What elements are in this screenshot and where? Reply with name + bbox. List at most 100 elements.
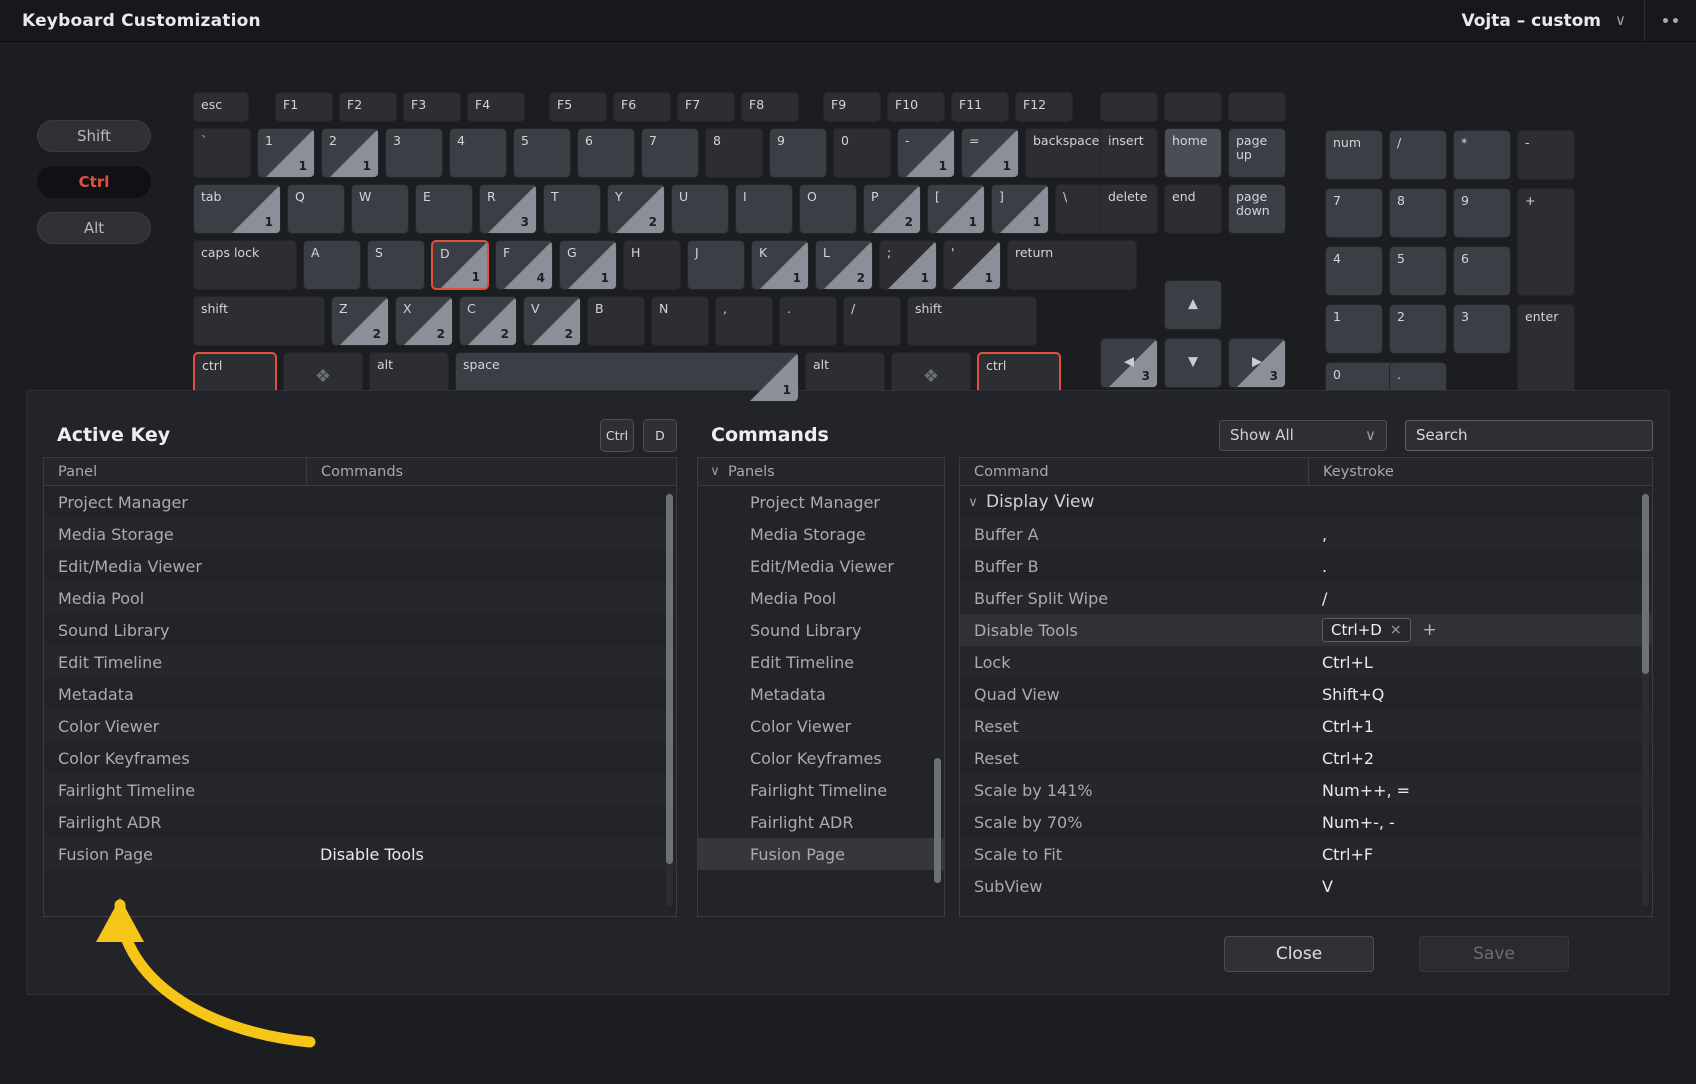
key-f9[interactable]: F9 xyxy=(823,92,881,122)
key-blank[interactable]: / xyxy=(843,296,901,346)
key-delete[interactable]: delete xyxy=(1100,184,1158,234)
key-k[interactable]: K1 xyxy=(751,240,809,290)
save-button[interactable]: Save xyxy=(1419,936,1569,972)
key-4[interactable]: 4 xyxy=(449,128,507,178)
key-tab[interactable]: tab 1 xyxy=(193,184,281,234)
key-u[interactable]: U xyxy=(671,184,729,234)
command-row[interactable]: Quad View Shift+Q xyxy=(960,678,1652,710)
key-page-down[interactable]: page down xyxy=(1228,184,1286,234)
close-button[interactable]: Close xyxy=(1224,936,1374,972)
key-f8[interactable]: F8 xyxy=(741,92,799,122)
modifier-ctrl-button[interactable]: Ctrl xyxy=(37,166,151,198)
chevron-down-icon[interactable]: ∨ xyxy=(702,464,728,479)
key-b[interactable]: B xyxy=(587,296,645,346)
key-d[interactable]: D1 xyxy=(431,240,489,290)
key-space[interactable]: space 1 xyxy=(455,352,799,402)
key-3[interactable]: 3 xyxy=(1453,304,1511,354)
key-caps-lock[interactable]: caps lock xyxy=(193,240,297,290)
tree-item-media-pool[interactable]: Media Pool xyxy=(698,582,944,614)
key-blank[interactable] xyxy=(1228,92,1286,122)
panels-tree-scrollbar[interactable] xyxy=(934,758,941,883)
key-5[interactable]: 5 xyxy=(513,128,571,178)
tree-item-fusion-page[interactable]: Fusion Page xyxy=(698,838,944,870)
key-blank[interactable]: -1 xyxy=(897,128,955,178)
key-2[interactable]: 21 xyxy=(321,128,379,178)
tree-item-color-viewer[interactable]: Color Viewer xyxy=(698,710,944,742)
tree-item-fairlight-adr[interactable]: Fairlight ADR xyxy=(698,806,944,838)
preset-selector[interactable]: Vojta – custom ∨ xyxy=(1462,11,1644,31)
key-8[interactable]: 8 xyxy=(1389,188,1447,238)
tree-item-sound-library[interactable]: Sound Library xyxy=(698,614,944,646)
table-row[interactable]: Media Pool xyxy=(44,582,676,614)
commands-scrollbar[interactable] xyxy=(1642,494,1649,674)
key-f4[interactable]: F4 xyxy=(467,92,525,122)
command-row[interactable]: Scale to Fit Ctrl+F xyxy=(960,838,1652,870)
table-row[interactable]: Color Keyframes xyxy=(44,742,676,774)
key-blank[interactable]: / xyxy=(1389,130,1447,180)
modifier-shift-button[interactable]: Shift xyxy=(37,120,151,152)
key-f11[interactable]: F11 xyxy=(951,92,1009,122)
key-z[interactable]: Z2 xyxy=(331,296,389,346)
key-1[interactable]: 11 xyxy=(257,128,315,178)
show-all-dropdown[interactable]: Show All ∨ xyxy=(1219,419,1387,451)
tree-item-edit-timeline[interactable]: Edit Timeline xyxy=(698,646,944,678)
column-header-commands[interactable]: Commands xyxy=(306,458,676,485)
key-n[interactable]: N xyxy=(651,296,709,346)
command-group-display-view[interactable]: ∨ Display View xyxy=(960,486,1652,518)
key-7[interactable]: 7 xyxy=(641,128,699,178)
key-f12[interactable]: F12 xyxy=(1015,92,1073,122)
key-p[interactable]: P2 xyxy=(863,184,921,234)
key-y[interactable]: Y2 xyxy=(607,184,665,234)
tree-item-fairlight-timeline[interactable]: Fairlight Timeline xyxy=(698,774,944,806)
key-l[interactable]: L2 xyxy=(815,240,873,290)
key-blank[interactable]: ' 1 xyxy=(943,240,1001,290)
key-blank[interactable] xyxy=(1100,92,1158,122)
tree-item-project-manager[interactable]: Project Manager xyxy=(698,486,944,518)
key-c[interactable]: C2 xyxy=(459,296,517,346)
arrow-down-key[interactable]: ▼ xyxy=(1164,338,1222,388)
key-blank[interactable]: , xyxy=(715,296,773,346)
table-row[interactable]: Project Manager xyxy=(44,486,676,518)
key-w[interactable]: W xyxy=(351,184,409,234)
key-page-up[interactable]: page up xyxy=(1228,128,1286,178)
key-num[interactable]: num xyxy=(1325,130,1383,180)
key-blank[interactable]: - xyxy=(1517,130,1575,180)
key-4[interactable]: 4 xyxy=(1325,246,1383,296)
key-a[interactable]: A xyxy=(303,240,361,290)
modifier-alt-button[interactable]: Alt xyxy=(37,212,151,244)
arrow-right-key[interactable]: ▶ 3 xyxy=(1228,338,1286,388)
key-7[interactable]: 7 xyxy=(1325,188,1383,238)
column-header-command[interactable]: Command xyxy=(960,458,1308,485)
column-header-panel[interactable]: Panel xyxy=(44,458,306,485)
key-home[interactable]: home xyxy=(1164,128,1222,178)
key-o[interactable]: O xyxy=(799,184,857,234)
add-keystroke-button[interactable]: + xyxy=(1423,620,1437,640)
key-f[interactable]: F4 xyxy=(495,240,553,290)
key-blank[interactable]: ` xyxy=(193,128,251,178)
command-row[interactable]: Buffer Split Wipe / xyxy=(960,582,1652,614)
command-row[interactable]: Disable Tools Ctrl+D × + xyxy=(960,614,1652,646)
key-3[interactable]: 3 xyxy=(385,128,443,178)
key-h[interactable]: H xyxy=(623,240,681,290)
key-f5[interactable]: F5 xyxy=(549,92,607,122)
command-row[interactable]: Scale by 141% Num++, = xyxy=(960,774,1652,806)
arrow-up-key[interactable]: ▲ xyxy=(1164,280,1222,330)
table-row[interactable]: Media Storage xyxy=(44,518,676,550)
column-header-keystroke[interactable]: Keystroke xyxy=(1308,458,1652,485)
search-input[interactable]: Search xyxy=(1405,419,1653,451)
key-f1[interactable]: F1 xyxy=(275,92,333,122)
arrow-left-key[interactable]: ◀ 3 xyxy=(1100,338,1158,388)
table-row[interactable]: Edit/Media Viewer xyxy=(44,550,676,582)
key-insert[interactable]: insert xyxy=(1100,128,1158,178)
key-1[interactable]: 1 xyxy=(1325,304,1383,354)
command-row[interactable]: Scale by 70% Num+-, - xyxy=(960,806,1652,838)
active-key-scrollbar[interactable] xyxy=(666,494,673,864)
key-x[interactable]: X2 xyxy=(395,296,453,346)
key-f6[interactable]: F6 xyxy=(613,92,671,122)
key-blank[interactable]: [1 xyxy=(927,184,985,234)
key-5[interactable]: 5 xyxy=(1389,246,1447,296)
key-blank[interactable]: = 1 xyxy=(961,128,1019,178)
key-6[interactable]: 6 xyxy=(577,128,635,178)
key-blank[interactable]: ; 1 xyxy=(879,240,937,290)
key-r[interactable]: R3 xyxy=(479,184,537,234)
